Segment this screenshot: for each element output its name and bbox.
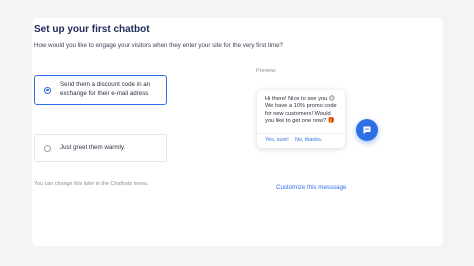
radio-unselected-icon[interactable] xyxy=(44,144,51,152)
footnote-text: You can change this later in the Chatbot… xyxy=(34,181,149,187)
radio-selected-icon[interactable] xyxy=(44,86,51,94)
option-label: Just greet them warmly. xyxy=(60,144,126,151)
option-label: Send them a discount code in an exchange… xyxy=(60,81,151,97)
divider xyxy=(257,133,345,134)
preview-label: Preview: xyxy=(256,68,277,74)
chat-launcher-button[interactable] xyxy=(356,119,378,141)
reply-no-button[interactable]: No, thanks. xyxy=(295,137,322,143)
setup-card xyxy=(32,18,443,246)
chat-preview-bubble: Hi there! Nice to see you 😊 We have a 10… xyxy=(257,90,345,148)
preview-message: Hi there! Nice to see you 😊 We have a 10… xyxy=(265,96,337,125)
option-greet-warmly[interactable]: Just greet them warmly. xyxy=(34,134,167,162)
chat-bubble-icon xyxy=(363,126,371,134)
page-title: Set up your first chatbot xyxy=(34,24,150,35)
page-subtitle: How would you like to engage your visito… xyxy=(34,42,283,49)
reply-yes-button[interactable]: Yes, sure! xyxy=(265,137,289,143)
customize-message-link[interactable]: Customize this messsage xyxy=(276,184,347,191)
option-discount-code[interactable]: Send them a discount code in an exchange… xyxy=(34,75,167,105)
